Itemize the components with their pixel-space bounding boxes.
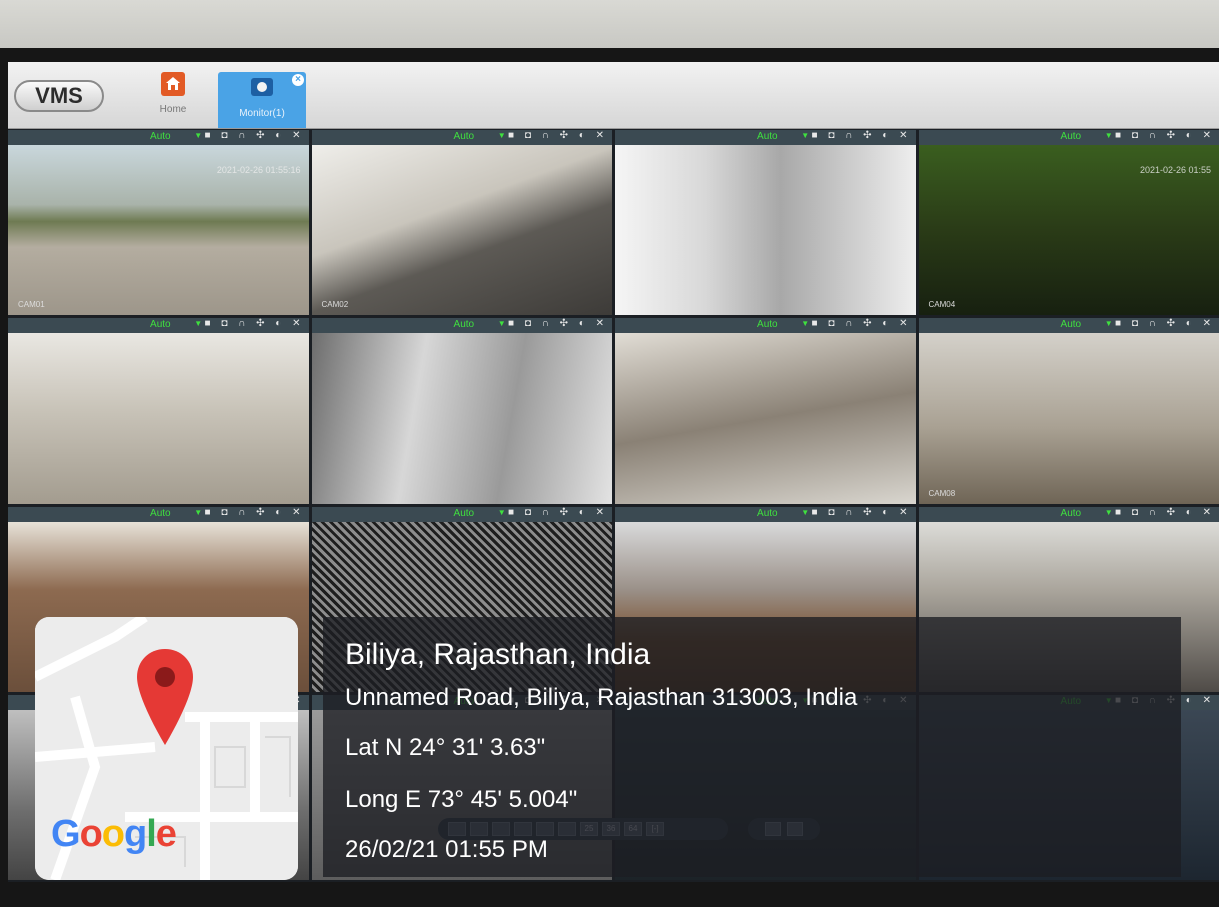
stream-mode-select[interactable]: Auto <box>150 131 171 142</box>
tile-toolbar: Auto ▼■ ◘ ∩ ✣ ◐ ✕ <box>8 506 309 522</box>
tile-tool-icons[interactable]: ■ ◘ ∩ ✣ ◐ ✕ <box>508 318 608 329</box>
feed-timestamp: 2021-02-26 01:55 <box>1139 165 1211 175</box>
feed-camera-label: CAM08 <box>928 488 956 498</box>
stream-mode-select[interactable]: Auto <box>1061 508 1082 519</box>
tile-tool-icons[interactable]: ■ ◘ ∩ ✣ ◐ ✕ <box>1115 507 1215 518</box>
map-thumbnail: Google <box>35 617 298 880</box>
stream-mode-select[interactable]: Auto <box>454 131 475 142</box>
stream-mode-select[interactable]: Auto <box>757 508 778 519</box>
tile-tool-icons[interactable]: ■ ◘ ∩ ✣ ◐ ✕ <box>205 130 305 141</box>
camera-feed: CAM08 <box>918 333 1219 504</box>
chevron-down-icon[interactable]: ▼ <box>498 508 506 517</box>
home-icon <box>161 72 185 96</box>
tile-toolbar: Auto ▼■ ◘ ∩ ✣ ◐ ✕ <box>311 318 612 334</box>
tile-tool-icons[interactable]: ■ ◘ ∩ ✣ ◐ ✕ <box>1115 318 1215 329</box>
stream-mode-select[interactable]: Auto <box>150 319 171 330</box>
feed-camera-label: CAM04 <box>928 300 956 310</box>
close-icon[interactable]: × <box>292 74 304 86</box>
camera-tile[interactable]: Auto ▼ ■ ◘ ∩ ✣ ◐ ✕ CAM02 <box>311 130 612 316</box>
camera-feed <box>615 145 916 316</box>
camera-tile[interactable]: Auto ▼■ ◘ ∩ ✣ ◐ ✕ <box>615 130 916 316</box>
camera-feed: CAM02 <box>311 145 612 316</box>
tile-toolbar: Auto ▼■ ◘ ∩ ✣ ◐ ✕ <box>615 318 916 334</box>
stream-mode-select[interactable]: Auto <box>454 508 475 519</box>
tile-toolbar: Auto ▼■ ◘ ∩ ✣ ◐ ✕ <box>8 130 309 145</box>
tile-tool-icons[interactable]: ■ ◘ ∩ ✣ ◐ ✕ <box>205 318 305 329</box>
feed-camera-label: CAM02 <box>321 300 349 310</box>
tile-toolbar: Auto ▼■ ◘ ∩ ✣ ◐ ✕ <box>918 318 1219 334</box>
tile-tool-icons[interactable]: ■ ◘ ∩ ✣ ◐ ✕ <box>812 318 912 329</box>
location-pin-icon <box>137 649 193 745</box>
camera-feed <box>615 333 916 504</box>
stream-mode-select[interactable]: Auto <box>150 508 171 519</box>
camera-tile[interactable]: Auto ▼ ■ ◘ ∩ ✣ ◐ ✕ CAM08 <box>918 318 1219 504</box>
tile-tool-icons[interactable]: ■ ◘ ∩ ✣ ◐ ✕ <box>205 507 305 518</box>
tab-monitor[interactable]: Monitor(1) × <box>218 72 306 128</box>
monitor-icon <box>251 78 273 96</box>
geo-latitude: Lat N 24° 31' 3.63" <box>345 734 546 761</box>
tile-tool-icons[interactable]: ■ ◘ ∩ ✣ ◐ ✕ <box>508 507 608 518</box>
vms-logo: VMS <box>14 80 104 112</box>
tile-toolbar: Auto ▼■ ◘ ∩ ✣ ◐ ✕ <box>918 506 1219 522</box>
chevron-down-icon[interactable]: ▼ <box>1105 508 1113 517</box>
chevron-down-icon[interactable]: ▼ <box>498 131 506 140</box>
camera-tile[interactable]: Auto ▼ ■ ◘ ∩ ✣ ◐ ✕ 2021-02-26 01:55 CAM04 <box>918 130 1219 316</box>
tile-tool-icons[interactable]: ■ ◘ ∩ ✣ ◐ ✕ <box>812 130 912 141</box>
chevron-down-icon[interactable]: ▼ <box>801 131 809 140</box>
tile-toolbar: Auto ▼■ ◘ ∩ ✣ ◐ ✕ <box>311 130 612 145</box>
chevron-down-icon[interactable]: ▼ <box>194 319 202 328</box>
geo-place: Biliya, Rajasthan, India <box>345 638 651 671</box>
tile-tool-icons[interactable]: ■ ◘ ∩ ✣ ◐ ✕ <box>812 507 912 518</box>
stream-mode-select[interactable]: Auto <box>454 319 475 330</box>
stream-mode-select[interactable]: Auto <box>1061 319 1082 330</box>
tile-toolbar: Auto ▼■ ◘ ∩ ✣ ◐ ✕ <box>615 130 916 145</box>
tab-home-label: Home <box>159 104 187 115</box>
stream-mode-select[interactable]: Auto <box>757 319 778 330</box>
tile-tool-icons[interactable]: ■ ◘ ∩ ✣ ◐ ✕ <box>508 130 608 141</box>
camera-tile[interactable]: Auto ▼■ ◘ ∩ ✣ ◐ ✕ <box>615 318 916 504</box>
chevron-down-icon[interactable]: ▼ <box>801 508 809 517</box>
feed-camera-label: CAM01 <box>18 300 45 310</box>
chevron-down-icon[interactable]: ▼ <box>498 319 506 328</box>
chevron-down-icon[interactable]: ▼ <box>194 508 202 517</box>
feed-timestamp: 2021-02-26 01:55:16 <box>216 165 301 175</box>
google-logo: Google <box>51 813 177 855</box>
camera-feed: 2021-02-26 01:55:16 CAM01 <box>8 145 309 316</box>
chevron-down-icon[interactable]: ▼ <box>1105 131 1113 140</box>
tab-home[interactable]: Home <box>151 72 195 128</box>
tile-toolbar: Auto ▼■ ◘ ∩ ✣ ◐ ✕ <box>918 130 1219 145</box>
vms-toolbar: VMS Home Monitor(1) × <box>8 62 1219 129</box>
chevron-down-icon[interactable]: ▼ <box>1105 319 1113 328</box>
camera-tile[interactable]: Auto ▼■ ◘ ∩ ✣ ◐ ✕ <box>311 318 612 504</box>
geo-longitude: Long E 73° 45' 5.004" <box>345 786 578 813</box>
tile-toolbar: Auto ▼■ ◘ ∩ ✣ ◐ ✕ <box>615 506 916 522</box>
camera-tile[interactable]: Auto ▼ ■ ◘ ∩ ✣ ◐ ✕ 2021-02-26 01:55:16 CAM01 <box>8 130 309 316</box>
camera-feed: 2021-02-26 01:55 CAM04 <box>918 145 1219 316</box>
tile-tool-icons[interactable]: ■ ◘ ∩ ✣ ◐ ✕ <box>1115 130 1215 141</box>
chevron-down-icon[interactable]: ▼ <box>194 131 202 140</box>
tile-toolbar: Auto ▼■ ◘ ∩ ✣ ◐ ✕ <box>311 506 612 522</box>
stream-mode-select[interactable]: Auto <box>757 131 778 142</box>
stream-mode-select[interactable]: Auto <box>1061 131 1082 142</box>
camera-feed <box>8 333 309 504</box>
tile-toolbar: Auto ▼■ ◘ ∩ ✣ ◐ ✕ <box>8 318 309 334</box>
chevron-down-icon[interactable]: ▼ <box>801 319 809 328</box>
geo-datetime: 26/02/21 01:55 PM <box>345 836 548 863</box>
camera-tile[interactable]: Auto ▼■ ◘ ∩ ✣ ◐ ✕ <box>8 318 309 504</box>
tab-monitor-label: Monitor(1) <box>239 108 285 119</box>
geo-address: Unnamed Road, Biliya, Rajasthan 313003, … <box>345 684 858 711</box>
camera-feed <box>311 333 612 504</box>
